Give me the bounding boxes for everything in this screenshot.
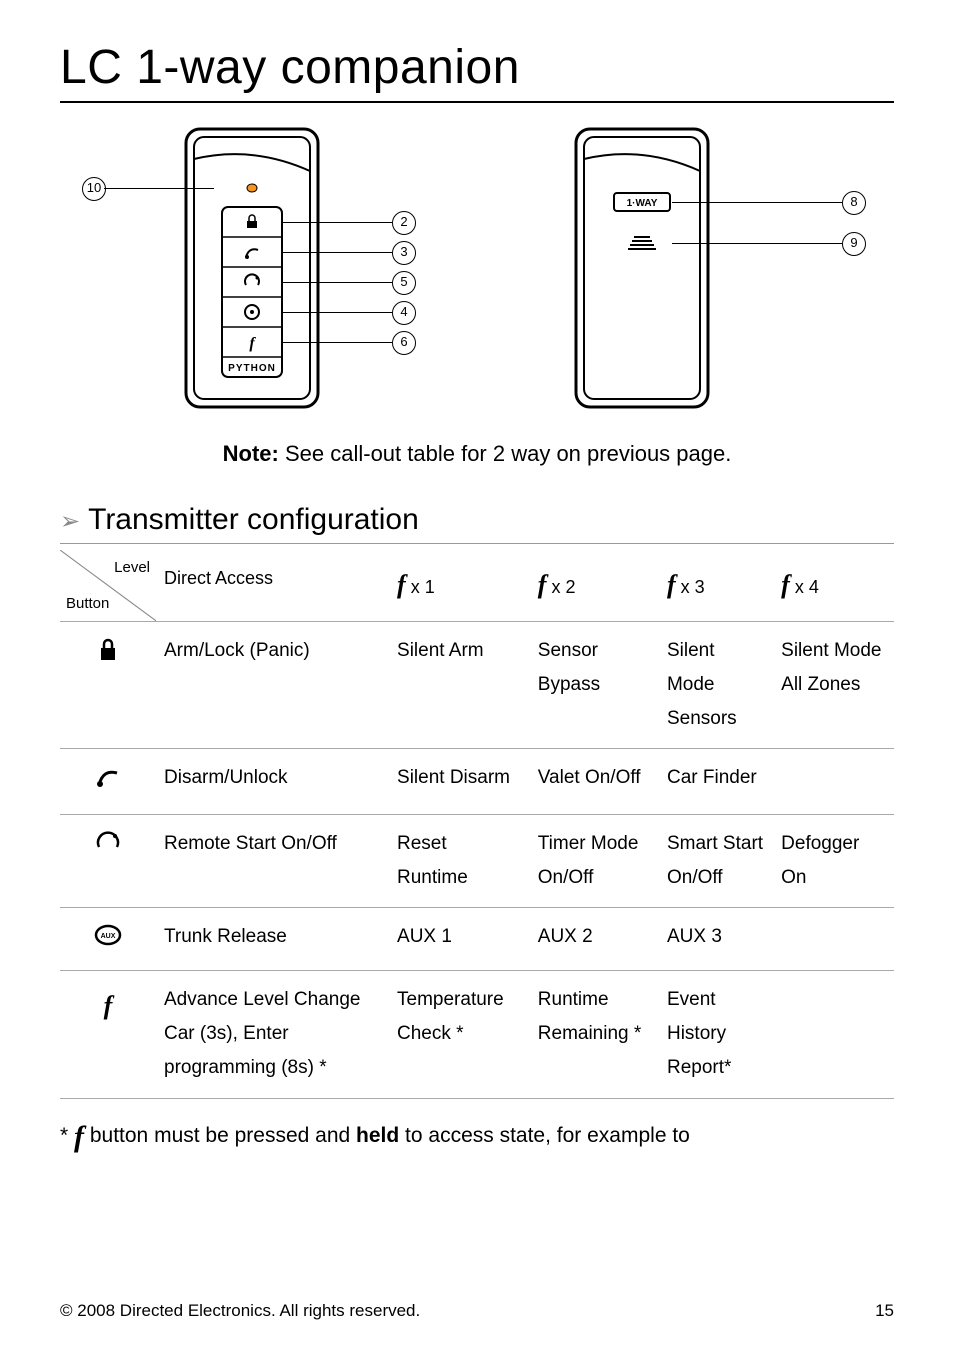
key-icon <box>60 749 156 814</box>
cell: Timer Mode On/Off <box>530 814 659 907</box>
cell: Car Finder <box>659 749 773 814</box>
svg-text:AUX: AUX <box>101 933 116 940</box>
callout-6: 6 <box>392 331 416 355</box>
callout-9: 9 <box>842 232 866 256</box>
remote-back-svg: 1·WAY <box>562 123 872 413</box>
diagram-area: 10 <box>60 123 894 413</box>
footnote: * f button must be pressed and held to a… <box>60 1113 894 1161</box>
callout-2: 2 <box>392 211 416 235</box>
remote-front: 10 <box>82 123 422 413</box>
cell: Reset Runtime <box>389 814 530 907</box>
remote-back: 1·WAY 8 9 <box>562 123 872 413</box>
cell: Smart Start On/Off <box>659 814 773 907</box>
callout-5: 5 <box>392 271 416 295</box>
cell: Disarm/Unlock <box>156 749 389 814</box>
cell: Silent Arm <box>389 621 530 749</box>
table-row: Remote Start On/Off Reset Runtime Timer … <box>60 814 894 907</box>
cell <box>773 971 894 1099</box>
aux-icon: AUX <box>60 907 156 970</box>
page-title: LC 1-way companion <box>60 40 894 103</box>
remote-brand-label: PYTHON <box>228 363 276 374</box>
callout-3: 3 <box>392 241 416 265</box>
subhead-transmitter-config: Transmitter configuration <box>60 503 894 544</box>
col-f2: f x 2 <box>530 550 659 621</box>
col-f4: f x 4 <box>773 550 894 621</box>
cell: Advance Level Change Car (3s), Enter pro… <box>156 971 389 1099</box>
corner-cell: Level Button <box>60 550 156 621</box>
cell <box>773 907 894 970</box>
cell: Event History Report* <box>659 971 773 1099</box>
cell: Silent Disarm <box>389 749 530 814</box>
cell: Silent Mode Sensors <box>659 621 773 749</box>
remote-front-svg: f PYTHON <box>82 123 422 413</box>
cell: Silent Mode All Zones <box>773 621 894 749</box>
col-f3: f x 3 <box>659 550 773 621</box>
config-table: Level Button Direct Access f x 1 f x 2 f… <box>60 550 894 1099</box>
cell: Runtime Remaining * <box>530 971 659 1099</box>
svg-text:1·WAY: 1·WAY <box>627 198 658 209</box>
callout-4: 4 <box>392 301 416 325</box>
cell: AUX 3 <box>659 907 773 970</box>
table-row: f Advance Level Change Car (3s), Enter p… <box>60 971 894 1099</box>
lock-icon <box>60 621 156 749</box>
remote-start-icon <box>60 814 156 907</box>
callout-8: 8 <box>842 191 866 215</box>
cell: Remote Start On/Off <box>156 814 389 907</box>
table-row: Arm/Lock (Panic) Silent Arm Sensor Bypas… <box>60 621 894 749</box>
table-row: Disarm/Unlock Silent Disarm Valet On/Off… <box>60 749 894 814</box>
f-icon: f <box>60 971 156 1099</box>
cell: Temperature Check * <box>389 971 530 1099</box>
col-direct-access: Direct Access <box>156 550 389 621</box>
col-f1: f x 1 <box>389 550 530 621</box>
page-number: 15 <box>875 1301 894 1321</box>
cell: AUX 2 <box>530 907 659 970</box>
cell <box>773 749 894 814</box>
cell: Trunk Release <box>156 907 389 970</box>
cell: Defogger On <box>773 814 894 907</box>
callout-10: 10 <box>82 177 106 201</box>
table-row: AUX Trunk Release AUX 1 AUX 2 AUX 3 <box>60 907 894 970</box>
cell: AUX 1 <box>389 907 530 970</box>
note-text: Note: See call-out table for 2 way on pr… <box>60 441 894 467</box>
cell: Sensor Bypass <box>530 621 659 749</box>
cell: Arm/Lock (Panic) <box>156 621 389 749</box>
cell: Valet On/Off <box>530 749 659 814</box>
copyright: © 2008 Directed Electronics. All rights … <box>60 1301 420 1321</box>
